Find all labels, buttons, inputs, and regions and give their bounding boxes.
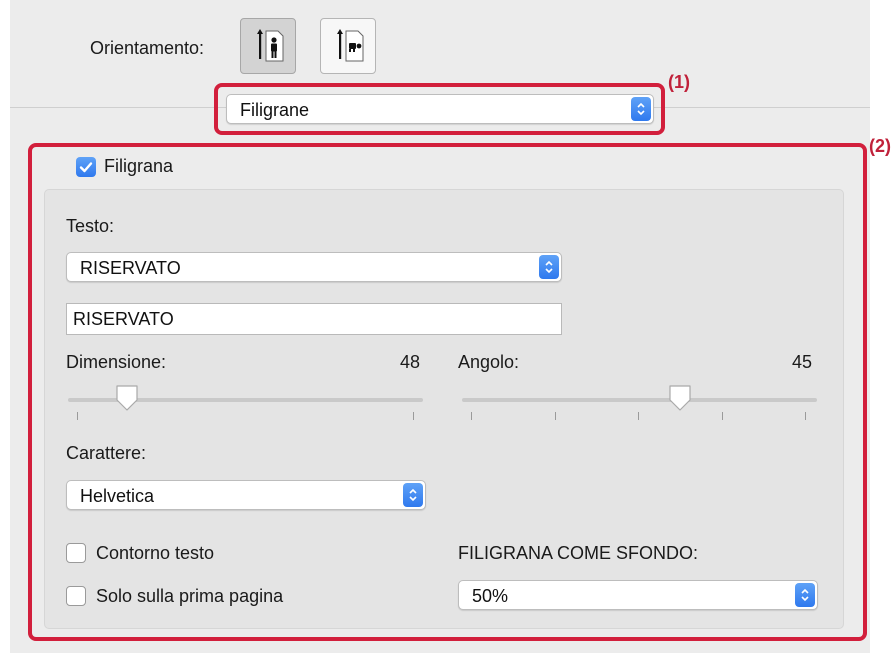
orientation-portrait-button[interactable] bbox=[240, 18, 296, 74]
orientation-label: Orientamento: bbox=[90, 38, 205, 58]
orientation-landscape-button[interactable] bbox=[320, 18, 376, 74]
callout-1-label: (1) bbox=[668, 72, 690, 92]
landscape-orientation-icon bbox=[337, 29, 364, 62]
portrait-orientation-icon bbox=[257, 29, 284, 62]
callout-1-highlight bbox=[214, 83, 665, 135]
callout-2-label: (2) bbox=[869, 136, 891, 156]
callout-2-highlight bbox=[28, 143, 867, 641]
